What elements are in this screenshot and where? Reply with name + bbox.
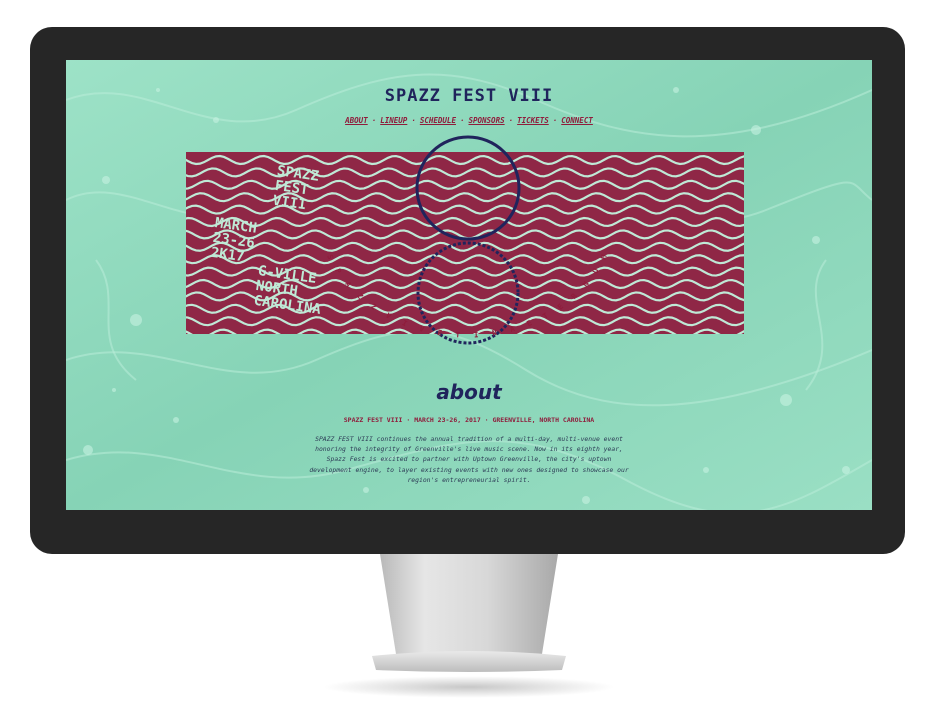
about-line: development engine, to layer existing ev… [309, 465, 629, 474]
about-line: SPAZZ FEST VIII continues the annual tra… [315, 435, 623, 443]
about-heading: about [436, 380, 502, 404]
motto-letter: T [455, 330, 461, 339]
motto-letter: Z [355, 292, 365, 302]
about-line: region's entrepreneurial spirit. [407, 475, 531, 484]
motto-letter: N [491, 328, 498, 338]
motto-letter: A [509, 324, 517, 334]
motto-letter: E [556, 302, 566, 312]
motto-letter: I [401, 318, 409, 328]
motto-letter: E [525, 318, 534, 328]
motto-letter: P [333, 267, 343, 275]
about-line: honoring the integrity of Greenville's l… [315, 445, 623, 454]
motto-letter: T [541, 311, 550, 321]
motto-letter: R [569, 291, 579, 301]
monitor-stand [372, 554, 566, 672]
motto-letter: V [418, 324, 426, 334]
motto-letter: U [591, 267, 601, 275]
stand-shadow [322, 676, 616, 698]
motto-letter: I [474, 330, 479, 339]
motto-letter: E [436, 328, 443, 338]
about-line: Spazz Fest is excited to partner with Up… [326, 455, 612, 464]
motto-letter: S [325, 253, 335, 261]
about-paragraph: SPAZZ FEST VIII continues the annual tra… [288, 434, 650, 485]
motto-letter: N [581, 279, 591, 288]
motto-letter: M [599, 253, 609, 261]
event-info: SPAZZ FEST VIII · MARCH 23-26, 2017 · GR… [343, 416, 595, 424]
motto-letter: Z [369, 302, 379, 312]
motto-letter: A [343, 280, 353, 289]
website-screen: SPAZZ FEST VIII ABOUT · LINEUP · SCHEDULE · SP… [66, 60, 872, 510]
motto-letter: V [384, 311, 393, 321]
